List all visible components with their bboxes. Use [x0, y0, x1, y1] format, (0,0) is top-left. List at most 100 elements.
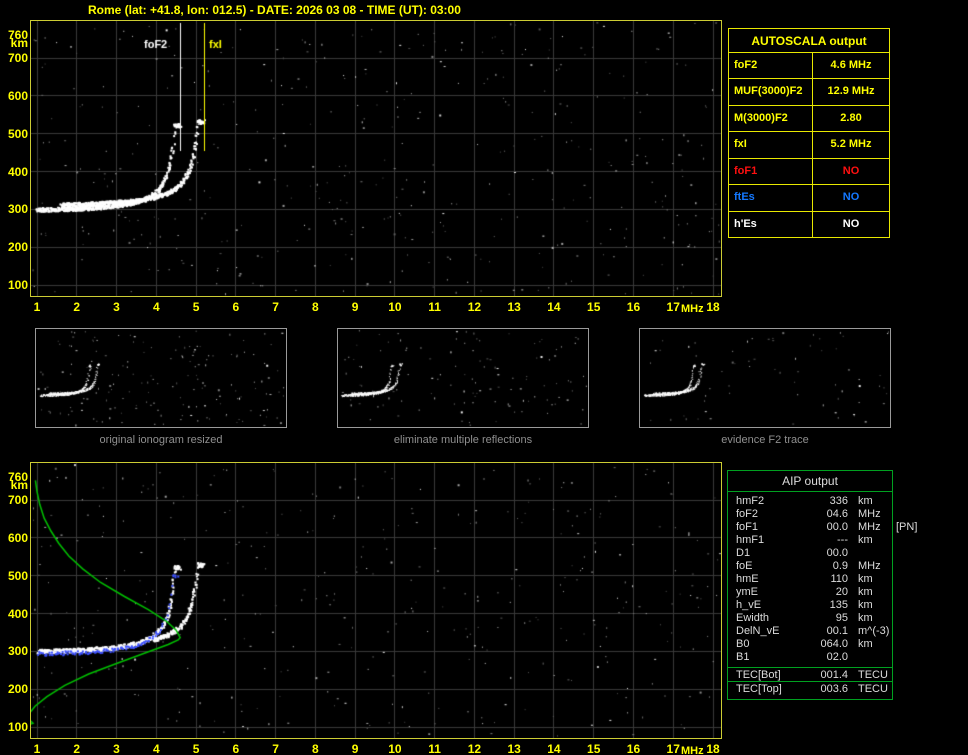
aip-row-unit: MHz	[858, 508, 881, 520]
aip-row-label: Ewidth	[736, 612, 770, 624]
x-tick-label: 3	[113, 742, 120, 755]
autoscala-row-value: 12.9 MHz	[827, 85, 875, 98]
station-date-header: Rome (lat: +41.8, lon: 012.5) - DATE: 20…	[88, 3, 461, 17]
aip-row-unit: km	[858, 612, 873, 624]
aip-row-unit: km	[858, 573, 873, 585]
aip-tec-value: 001.4	[820, 669, 848, 681]
aip-tec-section: TEC[Bot] 001.4 TECU TEC[Top] 003.6 TECU	[728, 667, 892, 695]
aip-tec-label: TEC[Top]	[736, 683, 782, 695]
bottom-y-axis-unit-label: km	[10, 478, 28, 492]
aip-row-value: 00.1	[826, 625, 848, 637]
aip-row-value: 135	[829, 599, 848, 611]
autoscala-row-label: foF1	[729, 158, 813, 185]
y-tick-label: 200	[7, 682, 28, 697]
autoscala-row-label: ftEs	[729, 185, 813, 211]
aip-row-unit: km	[858, 586, 873, 598]
autoscala-row: foF1 NO	[729, 158, 889, 186]
aip-row-value: 0.9	[832, 560, 848, 572]
x-tick-label: 5	[192, 742, 200, 755]
x-tick-label: 11	[428, 300, 441, 314]
autoscala-rows: foF2 4.6 MHz MUF(3000)F2 12.9 MHz M(3000)F2 2…	[729, 53, 889, 237]
y-tick-label: 300	[7, 644, 28, 659]
aip-row-unit: km	[858, 638, 873, 650]
aip-row-value: 02.0	[826, 651, 848, 663]
aip-row-value: 110	[830, 573, 848, 585]
aip-row: B0 064.0 km	[736, 638, 892, 651]
thumbnail-evidence-f2-trace-canvas	[640, 329, 890, 427]
x-tick-label: 16	[626, 300, 641, 314]
aip-row-value: 95	[835, 612, 848, 624]
autoscala-row: M(3000)F2 2.80	[729, 105, 889, 133]
x-tick-label: 9	[351, 300, 359, 314]
autoscala-row-value: NO	[842, 164, 860, 177]
bottom-x-axis-unit-label: MHz	[681, 745, 704, 755]
y-tick-label: 500	[7, 568, 28, 583]
aip-row-label: D1	[736, 547, 751, 559]
thumbnail-caption-original: original ionogram resized	[99, 434, 223, 446]
autoscala-row-value: 4.6 MHz	[830, 59, 872, 71]
aip-panel-title: AIP output	[728, 471, 892, 492]
aip-row: hmF2 336 km	[736, 495, 892, 508]
x-tick-label: 5	[192, 300, 200, 314]
aip-row-label: B1	[736, 651, 750, 663]
x-tick-label: 2	[73, 300, 81, 314]
aip-row-unit: km	[858, 599, 873, 611]
aip-row-unit: m^(-3)	[858, 625, 890, 637]
aip-tec-unit: TECU	[858, 669, 888, 681]
aip-row: hmE 110 km	[736, 573, 892, 586]
aip-row-label: foE	[736, 560, 753, 572]
y-tick-label: 100	[7, 278, 28, 292]
aip-row-value: 20	[835, 586, 848, 598]
autoscala-row: ftEs NO	[729, 185, 889, 212]
y-tick-label: 700	[7, 51, 28, 65]
autoscala-output-panel: AUTOSCALA output foF2 4.6 MHz MUF(3000)F2 1…	[728, 28, 890, 238]
aip-row-label: ymE	[736, 586, 758, 598]
autoscala-row-value: NO	[842, 191, 860, 204]
autoscala-row: MUF(3000)F2 12.9 MHz	[729, 79, 889, 106]
aip-rows: hmF2 336 km foF2 04.6 MHz foF1 00.0 MHz [PN] hmF1 -…	[728, 492, 917, 664]
aip-row-value: 00.0	[826, 521, 848, 533]
aip-row-label: hmE	[736, 573, 759, 585]
aip-tec-row: TEC[Bot] 001.4 TECU	[728, 667, 892, 681]
aip-row-label: hmF1	[736, 534, 765, 546]
x-tick-label: 11	[428, 742, 441, 755]
x-tick-label: 4	[152, 742, 160, 755]
bottom-profile-frame	[30, 462, 722, 739]
y-tick-label: 400	[7, 606, 28, 621]
autoscala-row-label: foF2	[729, 53, 813, 79]
autoscala-row-value: 2.80	[840, 111, 862, 124]
aip-row: foE 0.9 MHz	[736, 560, 892, 573]
aip-row-extra: [PN]	[896, 521, 918, 533]
thumbnail-eliminate-reflections-canvas	[338, 329, 588, 427]
aip-row-value: 00.0	[826, 547, 848, 559]
aip-tec-row: TEC[Top] 003.6 TECU	[728, 681, 892, 695]
aip-row: foF1 00.0 MHz	[736, 521, 892, 534]
aip-tec-unit: TECU	[858, 683, 888, 695]
y-tick-label: 200	[7, 240, 28, 255]
autoscala-panel-title: AUTOSCALA output	[729, 29, 889, 53]
autoscala-row-label: M(3000)F2	[729, 105, 813, 132]
x-tick-label: 18	[706, 742, 720, 755]
aip-row-value: 064.0	[820, 638, 848, 650]
thumbnail-original-ionogram	[35, 328, 287, 428]
aip-row: h_vE 135 km	[736, 599, 892, 612]
thumbnail-eliminate-reflections	[337, 328, 589, 428]
y-tick-label: 500	[7, 126, 28, 141]
aip-row-label: foF1	[736, 521, 759, 533]
aip-row-value: ---	[837, 534, 848, 546]
aip-row: hmF1 --- km	[736, 534, 892, 547]
aip-tec-label: TEC[Bot]	[736, 669, 781, 681]
y-tick-label: 600	[7, 88, 28, 103]
x-tick-label: 15	[587, 742, 601, 755]
aip-row-label: foF2	[736, 508, 759, 520]
x-tick-label: 6	[232, 300, 240, 314]
aip-row: foF2 04.6 MHz	[736, 508, 892, 521]
y-tick-label: 300	[7, 202, 28, 217]
x-tick-label: 8	[312, 742, 319, 755]
aip-row-unit: MHz	[858, 521, 881, 533]
thumbnail-original-ionogram-canvas	[36, 329, 286, 427]
aip-row: Ewidth 95 km	[736, 612, 892, 625]
aip-row-value: 336	[829, 495, 848, 507]
autoscala-row-value: 5.2 MHz	[830, 138, 872, 151]
aip-output-panel: AIP output hmF2 336 km foF2 04.6 MHz foF1 00.0 M…	[727, 470, 917, 700]
